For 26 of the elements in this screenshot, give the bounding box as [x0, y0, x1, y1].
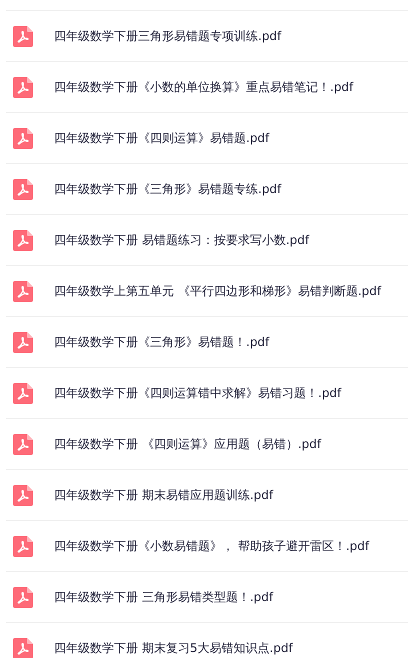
file-name[interactable]: 四年级数学上第五单元 《平行四边形和梯形》易错判断题.pdf: [54, 282, 382, 300]
pdf-file-icon: [13, 484, 33, 506]
file-name[interactable]: 四年级数学下册 易错题练习：按要求写小数.pdf: [54, 231, 310, 249]
pdf-file-icon: [13, 536, 33, 556]
file-name[interactable]: 四年级数学下册《四则运算》易错题.pdf: [54, 129, 270, 147]
pdf-file-icon: [13, 280, 33, 302]
pdf-file-icon: [13, 382, 33, 404]
file-name[interactable]: 四年级数学下册 《四则运算》应用题（易错）.pdf: [54, 435, 322, 453]
pdf-file-icon: [13, 178, 33, 200]
file-name[interactable]: 四年级数学下册三角形易错题专项训练.pdf: [54, 27, 282, 45]
pdf-file-icon: [13, 128, 33, 148]
file-name[interactable]: 四年级数学下册 三角形易错类型题！.pdf: [54, 588, 274, 606]
pdf-file-icon: [13, 76, 33, 98]
file-name[interactable]: 四年级数学下册《三角形》易错题！.pdf: [54, 333, 270, 351]
file-name[interactable]: 四年级数学下册《小数易错题》， 帮助孩子避开雷区！.pdf: [54, 537, 370, 555]
pdf-file-icon: [13, 230, 33, 250]
pdf-file-icon: [13, 434, 33, 454]
pdf-file-icon: [13, 26, 33, 46]
pdf-file-icon: [13, 332, 33, 352]
file-name[interactable]: 四年级数学下册 期末易错应用题训练.pdf: [54, 486, 274, 504]
pdf-file-icon: [13, 586, 33, 608]
pdf-file-icon: [13, 638, 33, 658]
file-name[interactable]: 四年级数学下册《小数的单位换算》重点易错笔记！.pdf: [54, 78, 354, 96]
file-name[interactable]: 四年级数学下册《四则运算错中求解》易错习题！.pdf: [54, 384, 342, 402]
file-name[interactable]: 四年级数学下册《三角形》易错题专练.pdf: [54, 180, 282, 198]
file-name[interactable]: 四年级数学下册 期末复习5大易错知识点.pdf: [54, 639, 293, 657]
